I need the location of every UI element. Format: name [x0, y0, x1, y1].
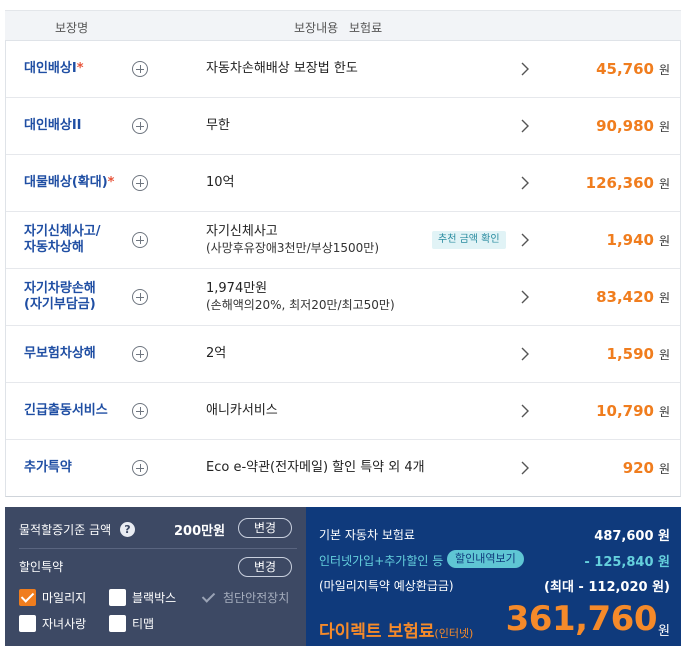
chevron-right-icon[interactable] [518, 347, 532, 361]
mileage-refund-value: (최대 - 112,020 원) [544, 580, 670, 595]
chevron-right-icon[interactable] [518, 404, 532, 418]
coverage-row[interactable]: 대인배상I * 자동차손해배상 보장법 한도 45,760 원 [6, 41, 680, 98]
discount-settings-panel: 물적할증기준 금액 ? 200만원 변경 할인특약 변경 마일리지 블랙박스 첨… [5, 507, 306, 646]
header-premium: 보험료 [349, 21, 383, 35]
currency-unit: 원 [658, 461, 670, 476]
coverage-description: Eco e-약관(전자메일) 할인 특약 외 4개 [206, 460, 425, 475]
currency-unit: 원 [658, 347, 670, 362]
currency-unit: 원 [658, 119, 670, 134]
coverage-row[interactable]: 대물배상(확대) * 10억 126,360 원 [6, 155, 680, 212]
total-premium: 361,760 [505, 599, 658, 639]
chevron-right-icon[interactable] [518, 461, 532, 475]
currency-unit: 원 [658, 404, 670, 419]
premium-amount: 83,420 [596, 288, 654, 306]
chevron-right-icon[interactable] [518, 233, 532, 247]
coverage-name: 긴급출동서비스 [24, 403, 108, 418]
coverage-row[interactable]: 긴급출동서비스 애니카서비스 10,790 원 [6, 383, 680, 440]
change-deductible-button[interactable]: 변경 [238, 518, 292, 538]
header-coverage-content: 보장내용 [294, 21, 339, 35]
table-header: 보장명 보장내용 보험료 [5, 10, 681, 41]
coverage-description: 2억 [206, 346, 227, 361]
required-mark: * [76, 61, 84, 76]
direct-premium-label: 다이렉트 보험료(인터넷) [319, 622, 474, 642]
view-discount-details-button[interactable]: 할인내역보기 [447, 550, 524, 568]
discount-label: 인터넷가입+추가할인 등 [319, 554, 444, 568]
premium-amount: 126,360 [585, 174, 654, 192]
coverage-description: 자동차손해배상 보장법 한도 [206, 61, 358, 76]
expand-plus-icon[interactable] [132, 118, 148, 134]
checkbox-advanced-safety: 첨단안전장치 [200, 589, 289, 606]
coverage-name: 대인배상I * [24, 61, 84, 76]
discount-rider-label: 할인특약 [19, 560, 64, 574]
coverage-name: 무보험차상해 [24, 346, 96, 361]
currency-unit: 원 [658, 233, 670, 248]
deductible-value: 200만원 [174, 524, 226, 539]
coverage-row[interactable]: 추가특약 Eco e-약관(전자메일) 할인 특약 외 4개 920 원 [6, 440, 680, 497]
premium-amount: 90,980 [596, 117, 654, 135]
checkbox-checked-icon[interactable] [19, 589, 36, 606]
mileage-refund-label: (마일리지특약 예상환급금) [319, 579, 454, 593]
header-coverage-name: 보장명 [55, 21, 89, 35]
premium-amount: 45,760 [596, 60, 654, 78]
premium-amount: 1,590 [606, 345, 654, 363]
premium-summary-panel: 기본 자동차 보험료 487,600 원 인터넷가입+추가할인 등 할인내역보기… [306, 507, 681, 646]
change-discount-button[interactable]: 변경 [238, 557, 292, 577]
recommend-amount-button[interactable]: 추천 금액 확인 [432, 231, 506, 249]
coverage-row[interactable]: 무보험차상해 2억 1,590 원 [6, 326, 680, 383]
divider [19, 548, 297, 549]
base-premium-label: 기본 자동차 보험료 [319, 528, 415, 542]
checkbox-unchecked-icon[interactable] [19, 615, 36, 632]
base-premium-value: 487,600 원 [594, 529, 670, 544]
checkbox-tmap[interactable]: 티맵 [109, 615, 154, 632]
chevron-right-icon[interactable] [518, 62, 532, 76]
coverage-name: 자기신체사고/자동차상해 [24, 224, 101, 255]
coverage-description: 1,974만원 (손해액의20%, 최저20만/최고50만) [206, 281, 395, 312]
expand-plus-icon[interactable] [132, 346, 148, 362]
expand-plus-icon[interactable] [132, 232, 148, 248]
premium-amount: 10,790 [596, 402, 654, 420]
coverage-description: 10억 [206, 175, 235, 190]
checkbox-disabled-icon [200, 589, 217, 606]
coverage-name: 자기차량손해 (자기부담금) [24, 281, 96, 312]
deductible-label: 물적할증기준 금액 [19, 523, 112, 537]
coverage-row[interactable]: 자기차량손해 (자기부담금) 1,974만원 (손해액의20%, 최저20만/최고5… [6, 269, 680, 326]
total-currency-unit: 원 [658, 624, 670, 639]
checkbox-mileage[interactable]: 마일리지 [19, 589, 86, 606]
coverage-description: 무한 [206, 118, 230, 133]
chevron-right-icon[interactable] [518, 290, 532, 304]
coverage-row[interactable]: 대인배상II 무한 90,980 원 [6, 98, 680, 155]
premium-amount: 920 [622, 459, 654, 477]
checkbox-blackbox[interactable]: 블랙박스 [109, 589, 176, 606]
premium-amount: 1,940 [606, 231, 654, 249]
currency-unit: 원 [658, 176, 670, 191]
checkbox-child-love[interactable]: 자녀사랑 [19, 615, 86, 632]
coverage-description: 애니카서비스 [206, 403, 278, 418]
chevron-right-icon[interactable] [518, 119, 532, 133]
checkbox-unchecked-icon[interactable] [109, 589, 126, 606]
expand-plus-icon[interactable] [132, 175, 148, 191]
currency-unit: 원 [658, 62, 670, 77]
expand-plus-icon[interactable] [132, 289, 148, 305]
required-mark: * [107, 175, 115, 190]
help-icon[interactable]: ? [120, 522, 135, 537]
expand-plus-icon[interactable] [132, 460, 148, 476]
coverage-table: 대인배상I * 자동차손해배상 보장법 한도 45,760 원 대인배상II 무한… [5, 41, 681, 497]
chevron-right-icon[interactable] [518, 176, 532, 190]
coverage-row[interactable]: 자기신체사고/자동차상해 자기신체사고 (사망후유장애3천만/부상1500만) 추… [6, 212, 680, 269]
expand-plus-icon[interactable] [132, 61, 148, 77]
currency-unit: 원 [658, 290, 670, 305]
coverage-name: 대물배상(확대) * [24, 175, 115, 190]
coverage-name: 추가특약 [24, 460, 72, 475]
discount-value: - 125,840 원 [584, 555, 670, 570]
checkbox-unchecked-icon[interactable] [109, 615, 126, 632]
coverage-description: 자기신체사고 (사망후유장애3천만/부상1500만) [206, 224, 380, 255]
expand-plus-icon[interactable] [132, 403, 148, 419]
coverage-name: 대인배상II [24, 118, 82, 133]
